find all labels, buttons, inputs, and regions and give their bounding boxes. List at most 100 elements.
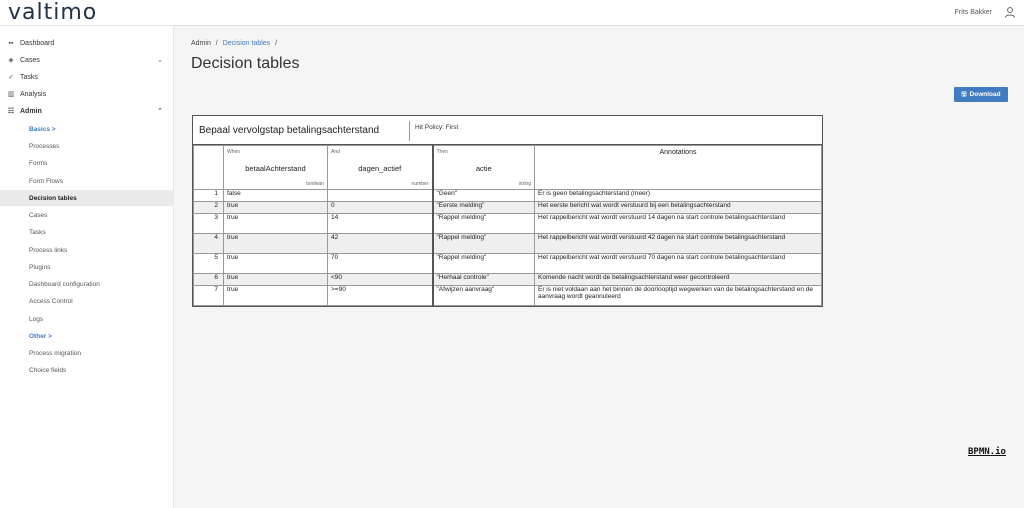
sidebar-item-processes[interactable]: Processes bbox=[0, 138, 173, 154]
input-label: dagen_actief bbox=[358, 164, 402, 173]
table-row: 1 false "Geen" Er is geen betalingsachte… bbox=[193, 189, 822, 202]
annotation-cell[interactable]: Het rappelbericht wat wordt verstuurd 42… bbox=[534, 233, 822, 254]
table-header-row: When betaalAchterstand boolean And dagen… bbox=[193, 145, 822, 190]
sidebar-item-dashboard[interactable]: ▪▪ Dashboard bbox=[0, 35, 173, 51]
clause-label: Then bbox=[436, 149, 448, 155]
annotation-cell[interactable]: Het eerste bericht wat wordt verstuurd b… bbox=[534, 201, 822, 214]
input-cell[interactable]: true bbox=[223, 233, 328, 254]
decision-table-grid: When betaalAchterstand boolean And dagen… bbox=[193, 145, 822, 306]
input-cell[interactable]: true bbox=[223, 201, 328, 214]
sidebar-sub-label: Choice fields bbox=[29, 366, 67, 374]
sidebar-item-access-control[interactable]: Access Control bbox=[0, 293, 173, 309]
sidebar-sub-label: Dashboard configuration bbox=[29, 280, 100, 288]
save-icon: 🖫 bbox=[961, 91, 967, 98]
sidebar-sub-label: Form Flows bbox=[29, 177, 63, 185]
rule-index: 4 bbox=[193, 233, 224, 254]
input-cell[interactable]: true bbox=[223, 285, 328, 306]
table-row: 2 true 0 "Eerste melding" Het eerste ber… bbox=[193, 201, 822, 214]
rule-index: 3 bbox=[193, 213, 224, 234]
sidebar-item-dashboard-configuration[interactable]: Dashboard configuration bbox=[0, 276, 173, 292]
rule-index: 1 bbox=[193, 189, 224, 202]
output-cell[interactable]: "Eerste melding" bbox=[432, 201, 535, 214]
input-cell[interactable]: 42 bbox=[327, 233, 434, 254]
sidebar-sub-label: Process links bbox=[29, 246, 68, 254]
type-label: number bbox=[411, 181, 429, 187]
output-cell[interactable]: "Afwijzen aanvraag" bbox=[432, 285, 535, 306]
sidebar-item-plugins[interactable]: Plugins bbox=[0, 259, 173, 275]
sidebar-item-forms[interactable]: Forms bbox=[0, 155, 173, 171]
clause-label: And bbox=[331, 149, 340, 155]
sidebar-item-process-links[interactable]: Process links bbox=[0, 242, 173, 258]
input-cell[interactable] bbox=[327, 189, 434, 202]
sidebar-item-label: Analysis bbox=[20, 90, 47, 98]
input-label: betaalAchterstand bbox=[245, 164, 306, 173]
annotation-cell[interactable]: Er is niet voldaan aan het binnen de doo… bbox=[534, 285, 822, 306]
input-cell[interactable]: true bbox=[223, 213, 328, 234]
breadcrumb-separator: / bbox=[275, 40, 278, 47]
input-header[interactable]: When betaalAchterstand boolean bbox=[223, 145, 328, 190]
output-cell[interactable]: "Herhaal controle" bbox=[432, 273, 535, 286]
input-header[interactable]: And dagen_actief number bbox=[327, 145, 434, 190]
breadcrumb-separator: / bbox=[215, 40, 218, 47]
app-logo[interactable]: valtimo bbox=[8, 2, 97, 24]
sidebar-item-tasks-admin[interactable]: Tasks bbox=[0, 224, 173, 240]
sidebar-item-logs[interactable]: Logs bbox=[0, 311, 173, 327]
sidebar-sub-label: Logs bbox=[29, 315, 44, 323]
sidebar-item-label: Cases bbox=[20, 56, 40, 64]
annotation-cell[interactable]: Het rappelbericht wat wordt verstuurd 14… bbox=[534, 213, 822, 234]
rule-index: 2 bbox=[193, 201, 224, 214]
user-name[interactable]: Frits Bakker bbox=[955, 9, 992, 16]
input-cell[interactable]: 0 bbox=[327, 201, 434, 214]
sidebar-item-form-flows[interactable]: Form Flows bbox=[0, 173, 173, 189]
input-cell[interactable]: <90 bbox=[327, 273, 434, 286]
breadcrumb-admin[interactable]: Admin bbox=[191, 40, 211, 47]
download-button[interactable]: 🖫 Download bbox=[954, 87, 1008, 102]
sidebar-group-basics[interactable]: Basics > bbox=[0, 121, 173, 137]
output-cell[interactable]: "Geen" bbox=[432, 189, 535, 202]
hit-policy[interactable]: Hit Policy: First bbox=[409, 121, 458, 141]
sidebar-item-tasks[interactable]: ✓ Tasks bbox=[0, 69, 173, 85]
sidebar-group-other[interactable]: Other > bbox=[0, 328, 173, 344]
breadcrumb: Admin / Decision tables / bbox=[191, 40, 277, 47]
sidebar-sub-label: Basics > bbox=[29, 125, 56, 133]
output-cell[interactable]: "Rappel melding" bbox=[432, 233, 535, 254]
input-cell[interactable]: 14 bbox=[327, 213, 434, 234]
table-row: 5 true 70 "Rappel melding" Het rappelber… bbox=[193, 253, 822, 274]
decision-table: Bepaal vervolgstap betalingsachterstand … bbox=[192, 115, 823, 307]
tasks-icon: ✓ bbox=[8, 74, 14, 81]
output-cell[interactable]: "Rappel melding" bbox=[432, 213, 535, 234]
user-icon[interactable] bbox=[1004, 6, 1016, 18]
sidebar-item-cases[interactable]: ◈ Cases ⌄ bbox=[0, 52, 173, 68]
input-cell[interactable]: >=90 bbox=[327, 285, 434, 306]
sidebar-item-choice-fields[interactable]: Choice fields bbox=[0, 362, 173, 378]
top-bar: valtimo Frits Bakker bbox=[0, 0, 1024, 26]
breadcrumb-decision-tables[interactable]: Decision tables bbox=[223, 40, 270, 47]
sidebar-sub-label: Process migration bbox=[29, 349, 82, 357]
input-cell[interactable]: true bbox=[223, 273, 328, 286]
annotation-cell[interactable]: Er is geen betalingsachterstand (meer) bbox=[534, 189, 822, 202]
output-header[interactable]: Then actie string bbox=[432, 145, 535, 190]
sidebar-sub-label: Forms bbox=[29, 159, 48, 167]
annotations-label: Annotations bbox=[659, 149, 697, 156]
annotation-cell[interactable]: Het rappelbericht wat wordt verstuurd 70… bbox=[534, 253, 822, 274]
sidebar-item-label: Tasks bbox=[20, 73, 38, 81]
clause-label: When bbox=[227, 149, 241, 155]
decision-table-name[interactable]: Bepaal vervolgstap betalingsachterstand bbox=[199, 125, 379, 136]
input-cell[interactable]: false bbox=[223, 189, 328, 202]
input-cell[interactable]: true bbox=[223, 253, 328, 274]
table-row: 7 true >=90 "Afwijzen aanvraag" Er is ni… bbox=[193, 285, 822, 306]
output-cell[interactable]: "Rappel melding" bbox=[432, 253, 535, 274]
rule-index: 6 bbox=[193, 273, 224, 286]
sidebar-item-cases-admin[interactable]: Cases bbox=[0, 207, 173, 223]
table-row: 6 true <90 "Herhaal controle" Komende na… bbox=[193, 273, 822, 286]
sidebar-item-admin[interactable]: ☷ Admin ⌃ bbox=[0, 103, 173, 119]
annotation-cell[interactable]: Komende nacht wordt de betalingsachterst… bbox=[534, 273, 822, 286]
type-label: boolean bbox=[306, 181, 324, 187]
sidebar-item-decision-tables[interactable]: Decision tables bbox=[0, 190, 173, 206]
input-cell[interactable]: 70 bbox=[327, 253, 434, 274]
type-label: string bbox=[518, 181, 531, 187]
sidebar-sub-label: Decision tables bbox=[29, 194, 77, 202]
sidebar-item-process-migration[interactable]: Process migration bbox=[0, 345, 173, 361]
sidebar-item-analysis[interactable]: ▥ Analysis bbox=[0, 86, 173, 102]
bpmn-io-logo[interactable]: BPMN.io bbox=[968, 447, 1006, 457]
